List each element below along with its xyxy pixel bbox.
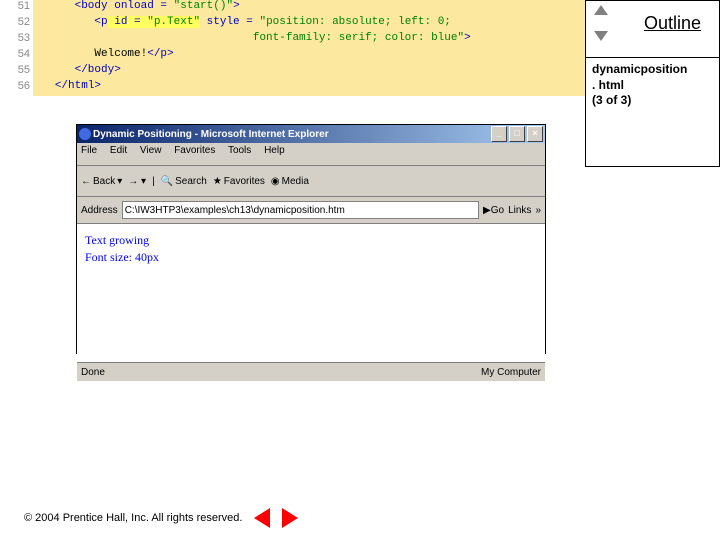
content-line: Text growing [85,232,537,249]
address-label: Address [81,205,118,216]
status-bar: Done My Computer [77,362,545,381]
minimize-button[interactable]: _ [491,126,507,142]
line-number: 52 [0,16,33,32]
ie-icon [79,128,91,140]
code-line: </body> [33,64,585,80]
triangle-down-icon[interactable] [594,31,608,41]
triangle-up-icon[interactable] [594,5,608,15]
code-editor: 51 <body onload = "start()"> 52 <p id = … [0,0,585,98]
line-number: 51 [0,0,33,16]
outline-link[interactable]: Outline [644,13,701,34]
menu-bar: File Edit View Favorites Tools Help [77,143,545,166]
footer: © 2004 Prentice Hall, Inc. All rights re… [24,508,298,528]
code-line: font-family: serif; color: blue"> [33,32,585,48]
file-name: dynamicposition [592,62,713,78]
file-info: dynamicposition . html (3 of 3) [585,58,720,167]
close-button[interactable]: × [527,126,543,142]
browser-viewport: Text growing Font size: 40px [77,224,545,362]
status-text: Done [81,367,481,378]
media-button[interactable]: ◉Media [271,176,309,187]
status-zone: My Computer [481,367,541,378]
go-button[interactable]: ▶Go [483,205,504,216]
line-number: 53 [0,32,33,48]
side-panel: Outline dynamicposition . html (3 of 3) [585,0,720,540]
code-line: <body onload = "start()"> [33,0,585,16]
code-line: <p id = "p.Text" style = "position: abso… [33,16,585,32]
prev-slide-icon[interactable] [254,508,270,528]
search-button[interactable]: 🔍Search [161,176,207,187]
browser-window: Dynamic Positioning - Microsoft Internet… [76,124,546,354]
copyright: © 2004 Prentice Hall, Inc. All rights re… [24,512,242,524]
links-button[interactable]: Links [508,205,531,216]
menu-file[interactable]: File [81,145,97,156]
file-ext: . html [592,78,713,94]
toolbar: ← Back ▾ → ▾ | 🔍Search ★Favorites ◉Media [77,166,545,197]
back-button[interactable]: ← Back ▾ [81,176,122,187]
outline-box: Outline [585,0,720,58]
menu-edit[interactable]: Edit [110,145,127,156]
window-title: Dynamic Positioning - Microsoft Internet… [93,129,491,140]
file-page: (3 of 3) [592,93,713,109]
code-line: Welcome!</p> [33,48,585,64]
menu-view[interactable]: View [140,145,162,156]
forward-button[interactable]: → ▾ [128,176,146,187]
title-bar: Dynamic Positioning - Microsoft Internet… [77,125,545,143]
favorites-button[interactable]: ★Favorites [213,176,265,187]
menu-tools[interactable]: Tools [228,145,251,156]
menu-help[interactable]: Help [264,145,285,156]
line-number: 56 [0,80,33,96]
code-line: </html> [33,80,585,96]
maximize-button[interactable]: □ [509,126,525,142]
address-input[interactable]: C:\IW3HTP3\examples\ch13\dynamicposition… [122,201,479,219]
content-line: Font size: 40px [85,249,537,266]
address-bar: Address C:\IW3HTP3\examples\ch13\dynamic… [77,197,545,224]
next-slide-icon[interactable] [282,508,298,528]
menu-favorites[interactable]: Favorites [174,145,215,156]
line-number: 54 [0,48,33,64]
line-number: 55 [0,64,33,80]
